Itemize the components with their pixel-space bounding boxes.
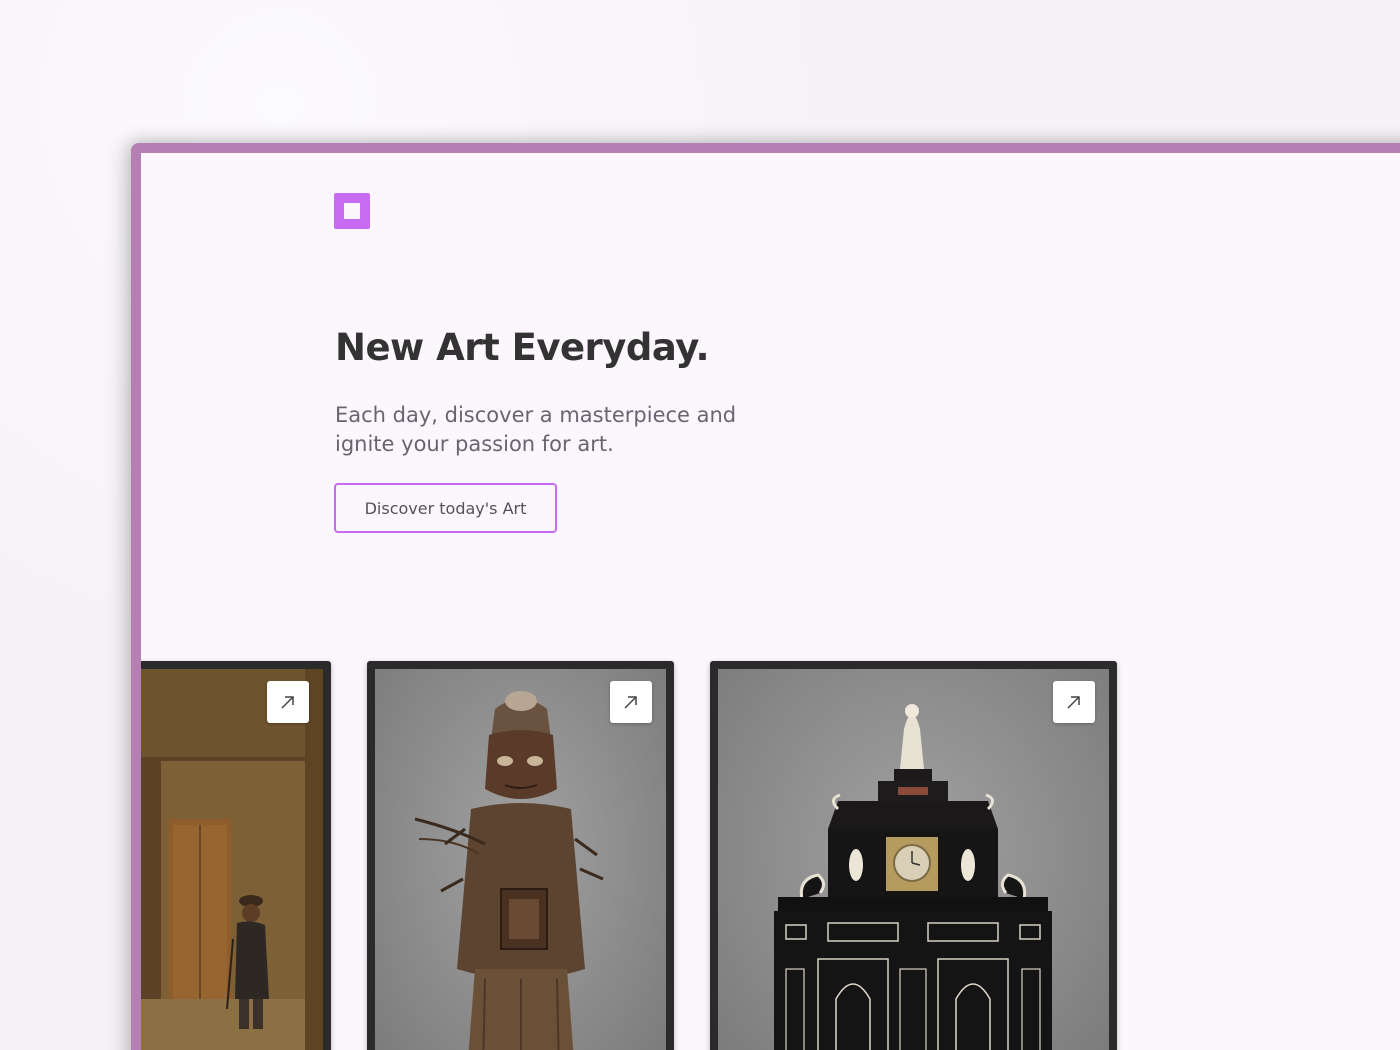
figure-illustration xyxy=(414,691,604,1050)
arrow-up-right-icon xyxy=(281,696,294,709)
cabinet-illustration xyxy=(774,704,1052,1050)
page-background: New Art Everyday. Each day, discover a m… xyxy=(0,0,1400,1050)
open-artwork-button[interactable] xyxy=(267,681,309,723)
hero-title: New Art Everyday. xyxy=(335,326,710,369)
painting-illustration xyxy=(141,669,323,1050)
artwork-card[interactable] xyxy=(710,661,1117,1050)
open-artwork-button[interactable] xyxy=(610,681,652,723)
artwork-image-cabinet xyxy=(718,669,1109,1050)
artwork-card[interactable] xyxy=(367,661,674,1050)
square-logo-icon[interactable] xyxy=(334,193,370,229)
hero-subtitle: Each day, discover a masterpiece and ign… xyxy=(335,403,737,456)
artwork-card[interactable] xyxy=(141,661,331,1050)
arrow-up-right-icon xyxy=(1067,696,1080,709)
arrow-up-right-icon xyxy=(624,696,637,709)
open-artwork-button[interactable] xyxy=(1053,681,1095,723)
browser-window: New Art Everyday. Each day, discover a m… xyxy=(131,143,1400,1050)
artwork-image-figure xyxy=(375,669,666,1050)
discover-todays-art-button[interactable]: Discover today's Art xyxy=(334,483,557,533)
artwork-image-painting xyxy=(141,669,323,1050)
